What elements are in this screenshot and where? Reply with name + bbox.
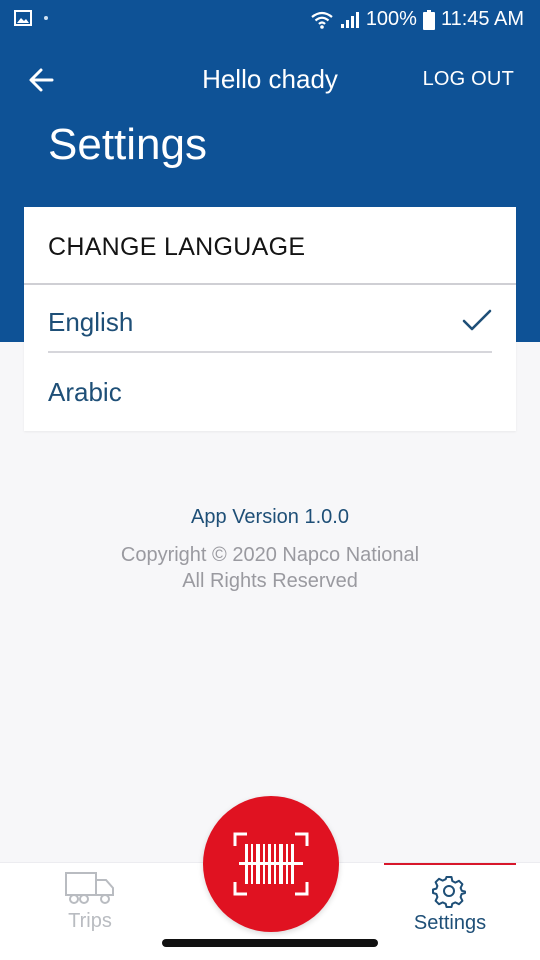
card-title: CHANGE LANGUAGE — [48, 233, 306, 261]
nav-item-label: Trips — [68, 910, 112, 932]
battery-percent: 100% — [365, 8, 417, 30]
nav-item-label: Settings — [413, 912, 487, 934]
truck-icon — [65, 872, 114, 904]
copyright-line: All Rights Reserved — [182, 570, 358, 592]
scan-barcode-button[interactable] — [203, 796, 339, 932]
nav-item-settings[interactable]: Settings — [384, 863, 516, 960]
clock: 11:45 AM — [440, 8, 524, 30]
gallery-notification-icon — [14, 10, 32, 26]
top-app-bar: Hello chady LOG OUT — [0, 56, 540, 102]
app-version: App Version 1.0.0 — [191, 506, 349, 528]
language-label: Arabic — [48, 377, 122, 407]
home-indicator[interactable] — [162, 939, 378, 947]
notification-dot-icon — [44, 16, 48, 20]
copyright-line: Copyright © 2020 Napco National — [120, 544, 420, 566]
signal-icon — [340, 11, 359, 28]
language-option-english[interactable]: English — [48, 287, 492, 353]
copyright-text: Copyright © 2020 Napco National All Righ… — [0, 542, 540, 594]
wifi-icon — [311, 11, 333, 29]
nav-item-trips[interactable]: Trips — [0, 863, 180, 960]
status-bar: 100% 11:45 AM — [0, 0, 540, 40]
language-option-arabic[interactable]: Arabic — [48, 357, 492, 423]
language-label: English — [48, 307, 134, 337]
battery-icon — [422, 9, 435, 30]
page-title: Settings — [48, 120, 207, 169]
checkmark-icon — [462, 309, 492, 331]
barcode-scan-icon — [233, 832, 309, 896]
logout-button[interactable]: LOG OUT — [423, 68, 514, 91]
gear-icon — [432, 876, 466, 908]
change-language-card: CHANGE LANGUAGE English Arabic — [24, 207, 516, 431]
